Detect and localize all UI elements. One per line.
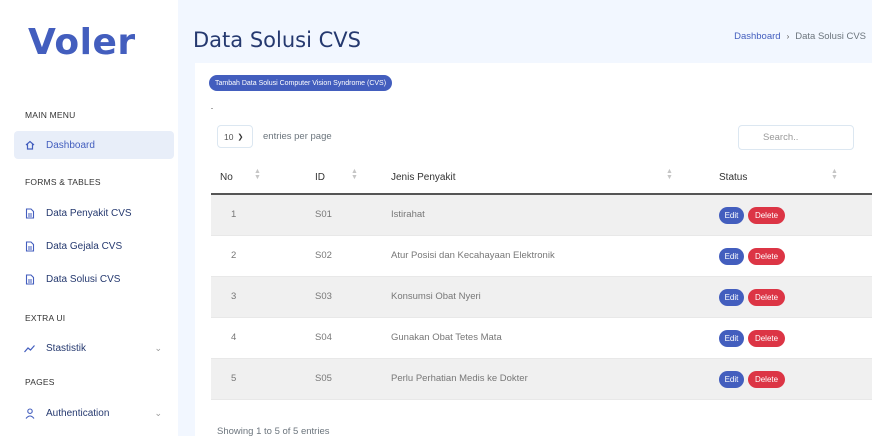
cell-jenis-penyakit: Istirahat [391, 209, 425, 220]
sort-icon[interactable]: ▲ ▼ [254, 168, 261, 181]
data-card: Tambah Data Solusi Computer Vision Syndr… [195, 63, 872, 436]
sort-icon[interactable]: ▲ ▼ [666, 168, 673, 181]
table-info: Showing 1 to 5 of 5 entries [217, 426, 330, 436]
file-icon [24, 240, 35, 252]
brand-logo[interactable]: Voler [28, 22, 136, 63]
file-icon [24, 207, 35, 219]
delete-button[interactable]: Delete [748, 289, 785, 306]
column-label: No [220, 172, 233, 183]
sort-icon[interactable]: ▲ ▼ [351, 168, 358, 181]
page-size-select[interactable]: 10 ❯ [217, 125, 253, 148]
cell-no: 5 [231, 373, 237, 384]
entries-control: 10 ❯ entries per page [217, 125, 332, 148]
column-header-jenis-penyakit[interactable]: Jenis Penyakit [391, 172, 455, 183]
cell-jenis-penyakit: Perlu Perhatian Medis ke Dokter [391, 373, 528, 384]
chevron-down-icon: ⌄ [154, 407, 162, 418]
cell-id: S02 [315, 250, 332, 261]
chevron-down-icon: ❯ [237, 133, 244, 141]
user-icon [24, 407, 35, 419]
chevron-down-icon: ⌄ [154, 342, 162, 353]
delete-button[interactable]: Delete [748, 330, 785, 347]
sidebar-item-data-penyakit[interactable]: Data Penyakit CVS [14, 199, 174, 227]
table-row: 3 S03 Konsumsi Obat Nyeri Edit Delete [211, 277, 872, 318]
cell-id: S04 [315, 332, 332, 343]
sidebar-item-label: Data Penyakit CVS [46, 207, 132, 219]
sidebar: Voler MAIN MENU Dashboard FORMS & TABLES… [0, 0, 178, 436]
add-solusi-button[interactable]: Tambah Data Solusi Computer Vision Syndr… [209, 75, 393, 91]
breadcrumb: Dashboard › Data Solusi CVS [734, 31, 866, 42]
cell-no: 3 [231, 291, 237, 302]
cell-no: 2 [231, 250, 237, 261]
column-header-no[interactable]: No [220, 172, 233, 183]
table-row: 5 S05 Perlu Perhatian Medis ke Dokter Ed… [211, 359, 872, 400]
column-label: Jenis Penyakit [391, 172, 456, 183]
main-content: Data Solusi CVS Dashboard › Data Solusi … [178, 0, 872, 436]
cell-jenis-penyakit: Konsumsi Obat Nyeri [391, 291, 481, 302]
sidebar-section-pages: PAGES [25, 377, 55, 387]
sidebar-item-data-gejala[interactable]: Data Gejala CVS [14, 232, 174, 260]
delete-button[interactable]: Delete [748, 248, 785, 265]
divider [211, 108, 213, 109]
sidebar-section-forms-tables: FORMS & TABLES [25, 177, 101, 187]
cell-no: 4 [231, 332, 237, 343]
file-icon [24, 273, 35, 285]
sidebar-item-label: Data Solusi CVS [46, 273, 121, 285]
sort-icon[interactable]: ▲ ▼ [831, 168, 838, 181]
table-header: No ▲ ▼ ID ▲ ▼ Jenis Penyakit ▲ ▼ Status ▲ ▼ [211, 161, 872, 195]
cell-id: S05 [315, 373, 332, 384]
home-icon [24, 140, 35, 151]
table-row: 4 S04 Gunakan Obat Tetes Mata Edit Delet… [211, 318, 872, 359]
sidebar-section-main-menu: MAIN MENU [25, 110, 76, 120]
edit-button[interactable]: Edit [719, 207, 744, 224]
data-table: No ▲ ▼ ID ▲ ▼ Jenis Penyakit ▲ ▼ Status ▲ ▼ … [211, 161, 872, 400]
edit-button[interactable]: Edit [719, 248, 744, 265]
sidebar-item-label: Data Gejala CVS [46, 240, 123, 252]
delete-button[interactable]: Delete [748, 207, 785, 224]
table-row: 2 S02 Atur Posisi dan Kecahayaan Elektro… [211, 236, 872, 277]
sidebar-item-dashboard[interactable]: Dashboard [14, 131, 174, 159]
column-header-id[interactable]: ID [315, 172, 325, 183]
page-title: Data Solusi CVS [193, 28, 361, 52]
breadcrumb-link-dashboard[interactable]: Dashboard [734, 31, 780, 42]
sidebar-item-label: Authentication [46, 407, 110, 419]
page-size-value: 10 [224, 131, 234, 142]
column-label: Status [719, 172, 748, 183]
edit-button[interactable]: Edit [719, 289, 744, 306]
cell-id: S03 [315, 291, 332, 302]
chevron-right-icon: › [786, 32, 790, 41]
entries-label: entries per page [263, 131, 332, 142]
sidebar-item-data-solusi[interactable]: Data Solusi CVS [14, 265, 174, 293]
column-header-status[interactable]: Status [719, 172, 747, 183]
edit-button[interactable]: Edit [719, 371, 744, 388]
chart-icon [24, 343, 35, 354]
search-input[interactable]: Search.. [738, 125, 854, 150]
table-row: 1 S01 Istirahat Edit Delete [211, 195, 872, 236]
cell-no: 1 [231, 209, 237, 220]
sidebar-item-stastistik[interactable]: Stastistik ⌄ [14, 334, 174, 362]
cell-id: S01 [315, 209, 332, 220]
edit-button[interactable]: Edit [719, 330, 744, 347]
sidebar-item-label: Stastistik [46, 342, 87, 354]
column-label: ID [315, 172, 325, 183]
breadcrumb-current: Data Solusi CVS [795, 31, 866, 42]
cell-jenis-penyakit: Gunakan Obat Tetes Mata [391, 332, 502, 343]
sidebar-item-authentication[interactable]: Authentication ⌄ [14, 399, 174, 427]
sidebar-section-extra-ui: EXTRA UI [25, 313, 66, 323]
sidebar-item-label: Dashboard [46, 139, 95, 151]
cell-jenis-penyakit: Atur Posisi dan Kecahayaan Elektronik [391, 250, 555, 261]
delete-button[interactable]: Delete [748, 371, 785, 388]
